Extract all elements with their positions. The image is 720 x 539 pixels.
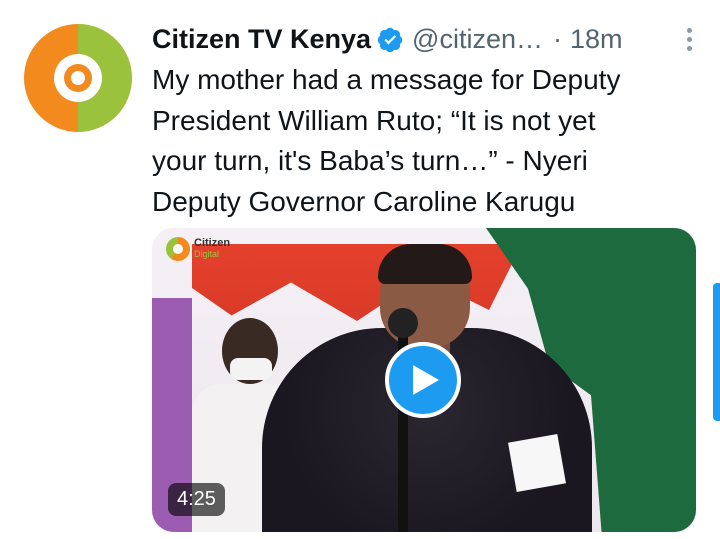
- play-button[interactable]: [385, 342, 461, 418]
- author-name[interactable]: Citizen TV Kenya: [152, 24, 371, 55]
- verified-badge-icon: [377, 27, 403, 52]
- author-handle[interactable]: @citizen…: [412, 24, 543, 55]
- scrollbar[interactable]: [713, 283, 720, 421]
- tweet-header: Citizen TV Kenya @citizen… · 18m: [152, 20, 700, 58]
- more-vertical-icon[interactable]: [682, 28, 696, 52]
- video-player[interactable]: Citizen Digital 4:25: [152, 228, 696, 532]
- tweet-timestamp[interactable]: 18m: [570, 24, 623, 55]
- video-duration: 4:25: [168, 483, 225, 516]
- separator-dot: ·: [553, 23, 562, 54]
- watermark-line1: Citizen: [194, 237, 231, 249]
- citizen-digital-logo: Citizen Digital: [166, 236, 230, 262]
- tweet-text: My mother had a message for Deputy Presi…: [152, 64, 621, 217]
- play-icon: [413, 365, 439, 395]
- citizen-logo-icon: [166, 237, 190, 261]
- avatar[interactable]: [24, 24, 132, 132]
- watermark-line2: Digital: [194, 249, 220, 259]
